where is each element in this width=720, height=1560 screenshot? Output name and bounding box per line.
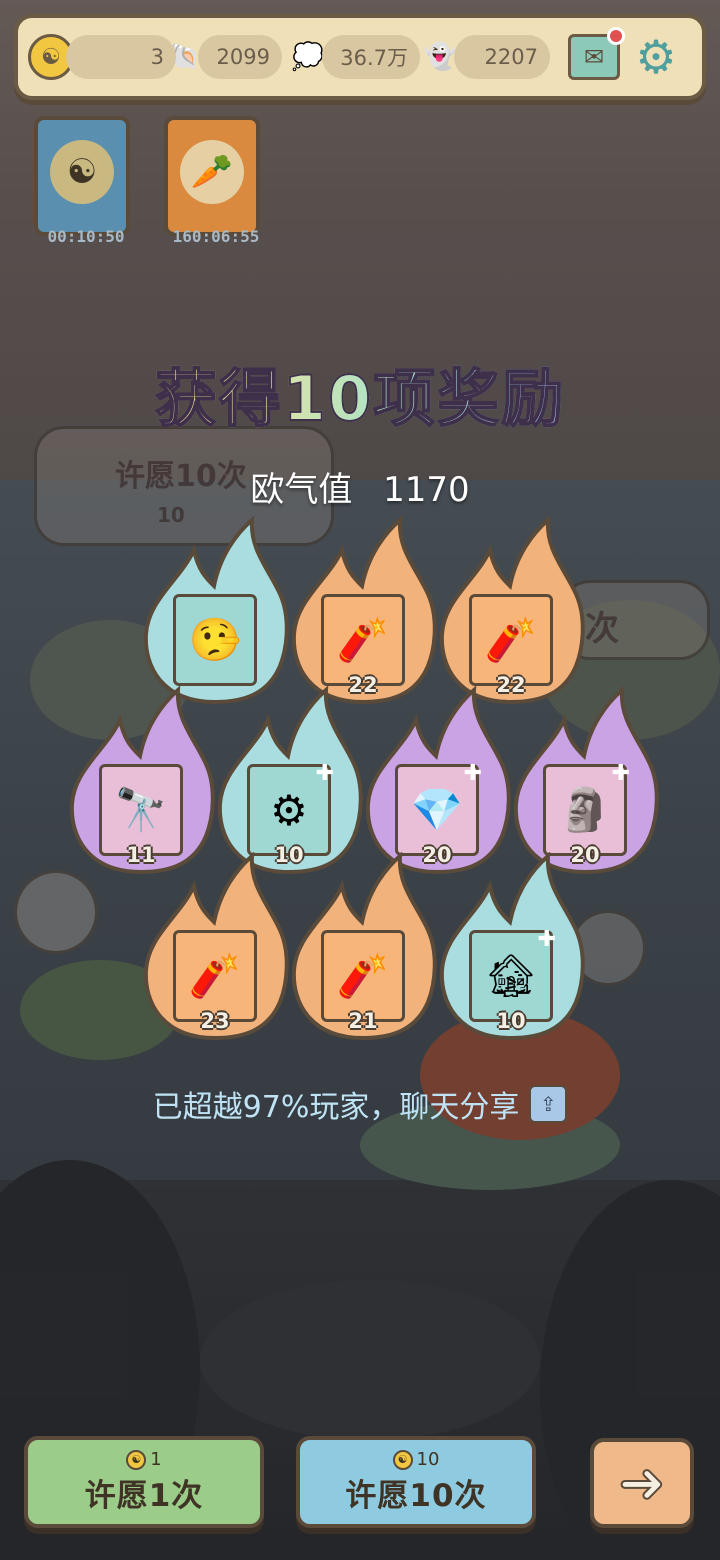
ghost-count: 2207 [484, 45, 538, 69]
telescope-icon: 🔭 11 [99, 764, 183, 867]
puzzle-piece-icon: ✚ [537, 927, 556, 952]
coin-mini-icon: ☯ [392, 1449, 413, 1470]
reward-item[interactable]: 🏚 ✚ 10 [436, 852, 586, 1042]
share-line[interactable]: 已超越97%玩家，聊天分享 ⇪ [0, 1082, 720, 1126]
reward-item[interactable]: 🔭 11 [66, 686, 216, 876]
vegetable-bundle-icon: 🥕 [180, 140, 244, 204]
stilt-house-icon: 🏚 ✚ 10 [469, 927, 556, 1033]
spirit-count: 36.7万 [340, 46, 408, 70]
reward-count: 21 [348, 1009, 378, 1033]
wish-once-button[interactable]: ☯ 1 许愿1次 [24, 1436, 264, 1528]
coin-mini-icon: ☯ [126, 1449, 147, 1470]
firecracker-launcher-icon: 🧨 23 [173, 930, 257, 1033]
spirit-pill[interactable]: 36.7万 [322, 35, 420, 79]
gear-icon[interactable]: ⚙ [630, 31, 682, 83]
mail-icon[interactable]: ✉ [568, 27, 625, 80]
reward-item[interactable]: 🧨 22 [288, 516, 438, 706]
bronze-orb-icon: ⚙ ✚ 10 [247, 761, 334, 867]
share-text: 已超越97%玩家，聊天分享 [152, 1090, 520, 1125]
buff-card-yin-yang[interactable]: ☯ 00:10:50 [34, 116, 130, 246]
puzzle-piece-icon: ✚ [315, 761, 334, 786]
reward-item[interactable]: 🗿 ✚ 20 [510, 686, 660, 876]
firecracker-launcher-icon: 🧨 21 [321, 930, 405, 1033]
reward-count: 10 [496, 1009, 526, 1033]
wish-ten-cost: ☯ 10 [392, 1449, 439, 1470]
puzzle-piece-icon: ✚ [463, 761, 482, 786]
puzzle-piece-icon: ✚ [611, 761, 630, 786]
reward-item[interactable]: 🧨 21 [288, 852, 438, 1042]
shell-count: 2099 [216, 45, 270, 69]
reward-item[interactable]: 🤥 [140, 516, 290, 706]
resource-bar: ☯ 3 🐚 2099 💭 36.7万 👻 2207 ✉ ⚙ [14, 14, 706, 100]
wish-ten-label: 许愿10次 [345, 1478, 487, 1514]
reward-count: 23 [200, 1009, 230, 1033]
pinocchio-puppet-icon: 🤥 [173, 594, 257, 686]
ghost-pill[interactable]: 2207 [454, 35, 550, 79]
notification-dot [607, 27, 625, 45]
buff-timer: 160:06:55 [172, 227, 260, 246]
reward-item[interactable]: 🧨 22 [436, 516, 586, 706]
wish-once-label: 许愿1次 [84, 1478, 204, 1514]
pendant-icon: 💎 ✚ 20 [395, 761, 482, 867]
firecracker-launcher-icon: 🧨 22 [469, 594, 553, 697]
shell-pill[interactable]: 2099 [198, 35, 282, 79]
reward-item[interactable]: 🧨 23 [140, 852, 290, 1042]
firecracker-launcher-icon: 🧨 22 [321, 594, 405, 697]
share-icon[interactable]: ⇪ [529, 1085, 568, 1123]
buff-card-vegetable[interactable]: 🥕 160:06:55 [164, 116, 260, 246]
arrow-right-icon[interactable]: ➜ [590, 1438, 694, 1528]
yin-yang-coin-icon: ☯ [50, 140, 114, 204]
coin-pill[interactable]: 3 [66, 35, 176, 79]
wish-ten-button[interactable]: ☯ 10 许愿10次 [296, 1436, 536, 1528]
luck-value: 1170 [383, 470, 470, 510]
coin-count: 3 [150, 45, 164, 69]
reward-item[interactable]: ⚙ ✚ 10 [214, 686, 364, 876]
reward-title: 获得10项奖励 [0, 348, 720, 438]
reward-item[interactable]: 💎 ✚ 20 [362, 686, 512, 876]
buff-timer: 00:10:50 [47, 227, 125, 246]
cherub-statue-icon: 🗿 ✚ 20 [543, 761, 630, 867]
luck-value-line: 欧气值 1170 [0, 462, 720, 511]
wish-once-cost: ☯ 1 [126, 1449, 162, 1470]
luck-label: 欧气值 [250, 470, 353, 510]
